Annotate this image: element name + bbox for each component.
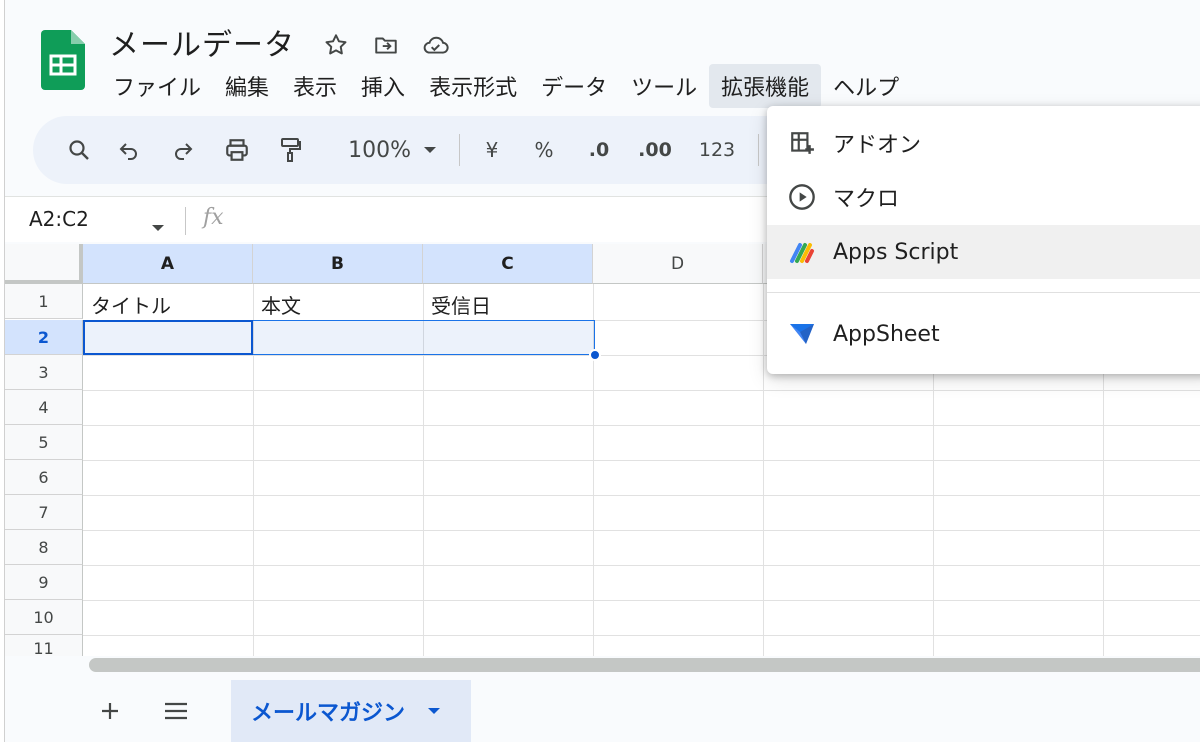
column-header-a[interactable]: A bbox=[83, 244, 253, 284]
toolbar-divider bbox=[758, 134, 759, 166]
menu-item-macro[interactable]: マクロ bbox=[767, 170, 1200, 224]
menu-insert[interactable]: 挿入 bbox=[349, 64, 417, 108]
menu-data[interactable]: データ bbox=[529, 64, 619, 108]
name-box[interactable]: A2:C2 bbox=[29, 207, 89, 231]
paint-format-icon[interactable] bbox=[265, 130, 315, 170]
sheet-tab-active[interactable]: メールマガジン bbox=[231, 680, 471, 742]
appsheet-icon bbox=[787, 319, 817, 349]
grid-line bbox=[83, 390, 1200, 391]
apps-script-icon bbox=[787, 237, 817, 267]
play-circle-icon bbox=[787, 182, 817, 212]
menu-extensions[interactable]: 拡張機能 bbox=[709, 64, 822, 108]
menu-bar: ファイル 編集 表示 挿入 表示形式 データ ツール 拡張機能 ヘルプ bbox=[101, 64, 911, 108]
cell-b1[interactable]: 本文 bbox=[261, 290, 301, 319]
row-header-2[interactable]: 2 bbox=[5, 320, 83, 355]
row-header-8[interactable]: 8 bbox=[5, 530, 83, 565]
row-header-3[interactable]: 3 bbox=[5, 355, 83, 390]
percent-format-button[interactable]: % bbox=[514, 130, 574, 170]
grid-line bbox=[83, 565, 1200, 566]
row-header-9[interactable]: 9 bbox=[5, 565, 83, 600]
name-box-dropdown-icon[interactable] bbox=[151, 217, 165, 236]
menu-item-apps-script[interactable]: Apps Script bbox=[767, 225, 1200, 279]
grid-line bbox=[83, 495, 1200, 496]
horizontal-scrollbar[interactable] bbox=[89, 658, 1200, 672]
menu-format[interactable]: 表示形式 bbox=[417, 64, 529, 108]
menu-item-label: アドオン bbox=[833, 133, 922, 158]
redo-icon[interactable] bbox=[157, 130, 209, 170]
row-header-10[interactable]: 10 bbox=[5, 600, 83, 635]
menu-item-appsheet[interactable]: AppSheet bbox=[767, 307, 1200, 361]
menu-item-label: Apps Script bbox=[833, 239, 959, 265]
menu-help[interactable]: ヘルプ bbox=[821, 64, 911, 108]
row-header-4[interactable]: 4 bbox=[5, 390, 83, 425]
sheet-tab-dropdown-icon[interactable] bbox=[427, 707, 441, 715]
zoom-dropdown-icon[interactable] bbox=[411, 130, 449, 170]
menu-edit[interactable]: 編集 bbox=[213, 64, 281, 108]
sheet-tab-label: メールマガジン bbox=[251, 701, 406, 726]
currency-format-button[interactable]: ¥ bbox=[470, 130, 514, 170]
row-header-7[interactable]: 7 bbox=[5, 495, 83, 530]
toolbar-divider bbox=[459, 134, 460, 166]
spreadsheet-app: メールデータ ファイル 編集 表示 挿入 表示形式 データ ツール 拡張機能 ヘ… bbox=[4, 0, 1200, 742]
row-header-5[interactable]: 5 bbox=[5, 425, 83, 460]
menu-item-label: マクロ bbox=[833, 187, 900, 212]
menu-item-label: AppSheet bbox=[833, 321, 940, 347]
sheets-logo-icon[interactable] bbox=[41, 30, 85, 90]
row-header-6[interactable]: 6 bbox=[5, 460, 83, 495]
column-header-d[interactable]: D bbox=[593, 244, 763, 284]
cell-a1[interactable]: タイトル bbox=[91, 290, 171, 319]
add-sheet-icon[interactable] bbox=[95, 696, 125, 726]
select-all-corner[interactable] bbox=[5, 244, 83, 284]
search-icon[interactable] bbox=[57, 130, 101, 170]
all-sheets-menu-icon[interactable] bbox=[161, 696, 191, 726]
column-header-b[interactable]: B bbox=[253, 244, 423, 284]
addon-icon bbox=[787, 128, 817, 158]
number-format-button[interactable]: 123 bbox=[686, 130, 748, 170]
increase-decimal-button[interactable]: .00 bbox=[624, 130, 686, 170]
decrease-decimal-button[interactable]: .0 bbox=[574, 130, 624, 170]
fx-icon: fx bbox=[203, 205, 224, 230]
cloud-saved-icon[interactable] bbox=[421, 30, 451, 60]
star-icon[interactable] bbox=[321, 30, 351, 60]
undo-icon[interactable] bbox=[101, 130, 157, 170]
move-folder-icon[interactable] bbox=[371, 30, 401, 60]
grid-line bbox=[83, 635, 1200, 636]
cell-c1[interactable]: 受信日 bbox=[431, 290, 491, 319]
fill-handle[interactable] bbox=[589, 349, 601, 361]
grid-line bbox=[83, 600, 1200, 601]
menu-divider bbox=[767, 292, 1200, 293]
sheet-tab-bar: メールマガジン bbox=[5, 678, 1200, 742]
menu-tools[interactable]: ツール bbox=[619, 64, 709, 108]
row-header-1[interactable]: 1 bbox=[5, 284, 83, 319]
grid-line bbox=[83, 530, 1200, 531]
print-icon[interactable] bbox=[209, 130, 265, 170]
menu-item-addons[interactable]: アドオン bbox=[767, 116, 1200, 170]
row-header-11[interactable]: 11 bbox=[5, 635, 83, 656]
zoom-select[interactable]: 100% bbox=[315, 130, 411, 170]
grid-line bbox=[83, 425, 1200, 426]
menu-view[interactable]: 表示 bbox=[281, 64, 349, 108]
grid-line bbox=[83, 460, 1200, 461]
document-title[interactable]: メールデータ bbox=[109, 20, 295, 64]
column-header-c[interactable]: C bbox=[423, 244, 593, 284]
menu-file[interactable]: ファイル bbox=[101, 64, 213, 108]
extensions-menu: アドオン マクロ Apps Script AppSheet bbox=[767, 106, 1200, 374]
active-cell-a2[interactable] bbox=[83, 320, 253, 355]
formula-divider bbox=[185, 207, 186, 235]
